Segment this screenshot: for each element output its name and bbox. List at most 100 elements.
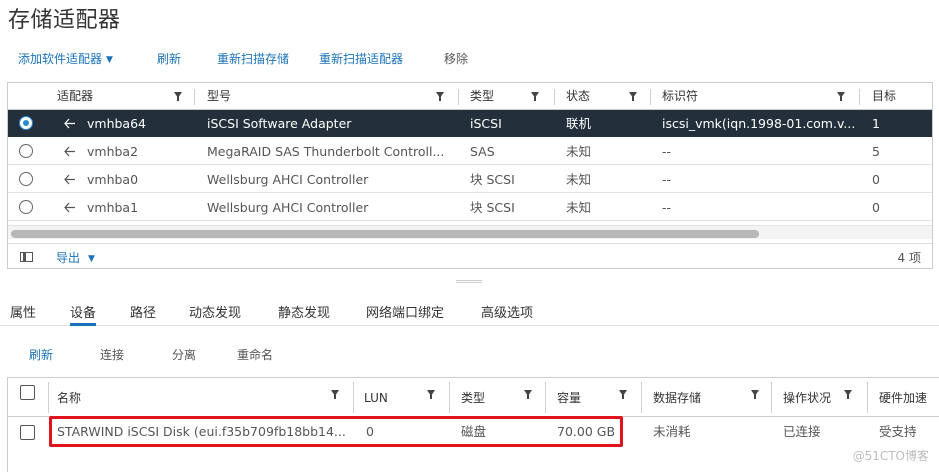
tab-advanced-options[interactable]: 高级选项 <box>481 302 533 326</box>
adapter-type: SAS <box>470 144 495 159</box>
column-divider[interactable] <box>194 89 195 105</box>
detail-tabs: 属性 设备 路径 动态发现 静态发现 网络端口绑定 高级选项 <box>0 298 939 326</box>
col-datastore[interactable]: 数据存储 <box>653 386 701 410</box>
remove-button[interactable]: 移除 <box>444 50 468 67</box>
export-label: 导出 <box>56 251 81 265</box>
column-divider[interactable] <box>48 382 49 413</box>
device-refresh-button[interactable]: 刷新 <box>29 346 53 363</box>
column-divider[interactable] <box>641 382 642 413</box>
device-operational-state: 已连接 <box>783 424 821 439</box>
scrollbar-thumb[interactable] <box>11 230 759 238</box>
column-divider[interactable] <box>449 382 450 413</box>
filter-icon[interactable] <box>837 92 845 101</box>
filter-icon[interactable] <box>844 390 852 399</box>
select-all-checkbox[interactable] <box>20 385 35 400</box>
adapter-model: Wellsburg AHCI Controller <box>207 200 369 215</box>
col-hardware-acceleration[interactable]: 硬件加速 <box>879 386 927 410</box>
adapters-grid-header: 适配器 型号 类型 状态 标识符 目标 <box>8 83 932 110</box>
adapter-model: MegaRAID SAS Thunderbolt Controll... <box>207 144 445 159</box>
filter-icon[interactable] <box>524 390 532 399</box>
column-divider[interactable] <box>353 382 354 413</box>
col-name[interactable]: 名称 <box>57 386 81 410</box>
adapter-icon <box>64 118 75 129</box>
adapter-icon <box>64 202 75 213</box>
adapter-type: 块 SCSI <box>470 172 515 187</box>
adapter-name: vmhba0 <box>87 172 139 187</box>
export-button[interactable]: 导出 ▼ <box>56 249 95 266</box>
adapter-status: 联机 <box>566 116 592 131</box>
refresh-button[interactable]: 刷新 <box>157 50 181 67</box>
adapters-grid: 适配器 型号 类型 状态 标识符 目标 vmhba64 iSCSI Softwa… <box>7 82 933 269</box>
col-adapter[interactable]: 适配器 <box>57 83 93 110</box>
col-targets[interactable]: 目标 <box>872 83 896 110</box>
watermark: @51CTO博客 <box>852 449 929 463</box>
column-divider[interactable] <box>859 89 860 105</box>
radio-icon[interactable] <box>19 200 33 214</box>
tab-paths[interactable]: 路径 <box>130 302 156 326</box>
add-software-adapter-button[interactable]: 添加软件适配器 ▼ <box>18 50 113 67</box>
filter-icon[interactable] <box>751 390 759 399</box>
adapter-type: 块 SCSI <box>470 200 515 215</box>
adapter-status: 未知 <box>566 200 592 215</box>
col-device-type[interactable]: 类型 <box>461 386 485 410</box>
adapter-name: vmhba1 <box>87 200 139 215</box>
radio-icon[interactable] <box>19 172 33 186</box>
col-lun[interactable]: LUN <box>364 386 388 410</box>
page-title: 存储适配器 <box>8 8 121 33</box>
col-operational-state[interactable]: 操作状况 <box>783 386 831 410</box>
device-datastore: 未消耗 <box>653 424 691 439</box>
item-count: 4 项 <box>897 251 921 265</box>
detach-button[interactable]: 分离 <box>172 346 196 363</box>
filter-icon[interactable] <box>619 390 627 399</box>
adapter-status: 未知 <box>566 172 592 187</box>
attach-button[interactable]: 连接 <box>100 346 124 363</box>
devices-grid-header: 名称 LUN 类型 容量 数据存储 操作状况 硬件加速 <box>8 378 939 417</box>
column-divider[interactable] <box>650 89 651 105</box>
tab-network-port-binding[interactable]: 网络端口绑定 <box>366 302 444 326</box>
filter-icon[interactable] <box>174 92 182 101</box>
adapter-model: Wellsburg AHCI Controller <box>207 172 369 187</box>
horizontal-scrollbar[interactable] <box>8 225 932 239</box>
radio-icon[interactable] <box>19 144 33 158</box>
adapter-row[interactable]: vmhba2 MegaRAID SAS Thunderbolt Controll… <box>8 138 932 165</box>
column-toggle-icon[interactable] <box>20 252 33 262</box>
adapter-icon <box>64 146 75 157</box>
col-model[interactable]: 型号 <box>207 83 231 110</box>
col-type[interactable]: 类型 <box>470 83 494 110</box>
column-divider[interactable] <box>771 382 772 413</box>
rescan-storage-button[interactable]: 重新扫描存储 <box>217 50 289 67</box>
col-status[interactable]: 状态 <box>566 83 590 110</box>
adapter-identifier: -- <box>662 172 672 187</box>
col-identifier[interactable]: 标识符 <box>662 83 698 110</box>
adapter-row[interactable]: vmhba64 iSCSI Software Adapter iSCSI 联机 … <box>8 110 932 137</box>
adapter-row[interactable]: vmhba1 Wellsburg AHCI Controller 块 SCSI … <box>8 194 932 221</box>
filter-icon[interactable] <box>531 92 539 101</box>
device-hardware-acceleration: 受支持 <box>879 424 917 439</box>
col-capacity[interactable]: 容量 <box>557 386 581 410</box>
row-checkbox[interactable] <box>20 425 35 440</box>
filter-icon[interactable] <box>629 92 637 101</box>
filter-icon[interactable] <box>331 390 339 399</box>
tab-properties[interactable]: 属性 <box>10 302 36 326</box>
adapter-row[interactable]: vmhba0 Wellsburg AHCI Controller 块 SCSI … <box>8 166 932 193</box>
tab-devices[interactable]: 设备 <box>70 302 97 326</box>
column-divider[interactable] <box>867 382 868 413</box>
adapters-grid-footer: 导出 ▼ 4 项 <box>8 243 932 268</box>
annotation-highlight-box <box>49 416 623 447</box>
tab-static-discovery[interactable]: 静态发现 <box>278 302 330 326</box>
chevron-down-icon: ▼ <box>88 254 95 264</box>
column-divider[interactable] <box>554 89 555 105</box>
adapter-targets: 0 <box>872 200 880 215</box>
radio-icon[interactable] <box>19 116 33 130</box>
adapter-targets: 5 <box>872 144 880 159</box>
rename-button[interactable]: 重命名 <box>237 346 273 363</box>
tab-dynamic-discovery[interactable]: 动态发现 <box>189 302 241 326</box>
adapter-name: vmhba2 <box>87 144 139 159</box>
column-divider[interactable] <box>545 382 546 413</box>
filter-icon[interactable] <box>427 390 435 399</box>
adapter-status: 未知 <box>566 144 592 159</box>
filter-icon[interactable] <box>436 92 444 101</box>
column-divider[interactable] <box>458 89 459 105</box>
pane-splitter[interactable] <box>456 280 482 283</box>
rescan-adapter-button[interactable]: 重新扫描适配器 <box>319 50 403 67</box>
